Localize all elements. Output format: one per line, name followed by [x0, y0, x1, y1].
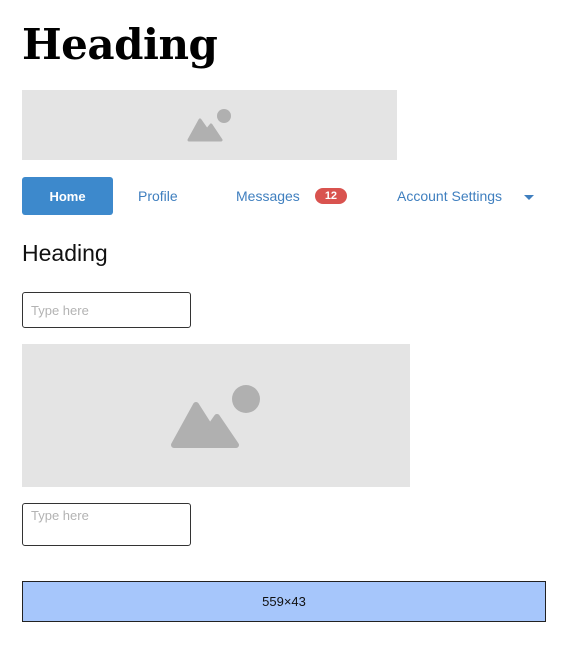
- main-nav: Home Profile Messages 12 Account Setting…: [22, 177, 542, 215]
- nav-item-home-label: Home: [49, 188, 86, 204]
- size-indicator-box: 559×43: [22, 581, 546, 622]
- chevron-down-icon: [524, 194, 535, 200]
- section-heading: Heading: [22, 240, 108, 266]
- text-input-second[interactable]: [22, 503, 191, 546]
- image-placeholder-icon: [187, 109, 231, 142]
- size-indicator-label: 559×43: [262, 594, 306, 609]
- image-placeholder-large: [22, 344, 410, 487]
- nav-item-profile[interactable]: Profile: [138, 177, 178, 215]
- image-placeholder-banner: [22, 90, 397, 160]
- nav-item-messages-label: Messages: [236, 188, 300, 204]
- nav-item-profile-label: Profile: [138, 188, 178, 204]
- messages-count-badge: 12: [314, 188, 348, 204]
- page-title: Heading: [22, 20, 218, 69]
- image-placeholder-icon: [171, 384, 260, 448]
- nav-item-home[interactable]: Home: [22, 177, 113, 215]
- nav-item-account-settings-label: Account Settings: [397, 188, 503, 204]
- text-input-first[interactable]: [22, 292, 191, 328]
- nav-item-messages[interactable]: Messages 12: [236, 177, 348, 215]
- nav-item-account-settings[interactable]: Account Settings: [397, 177, 535, 215]
